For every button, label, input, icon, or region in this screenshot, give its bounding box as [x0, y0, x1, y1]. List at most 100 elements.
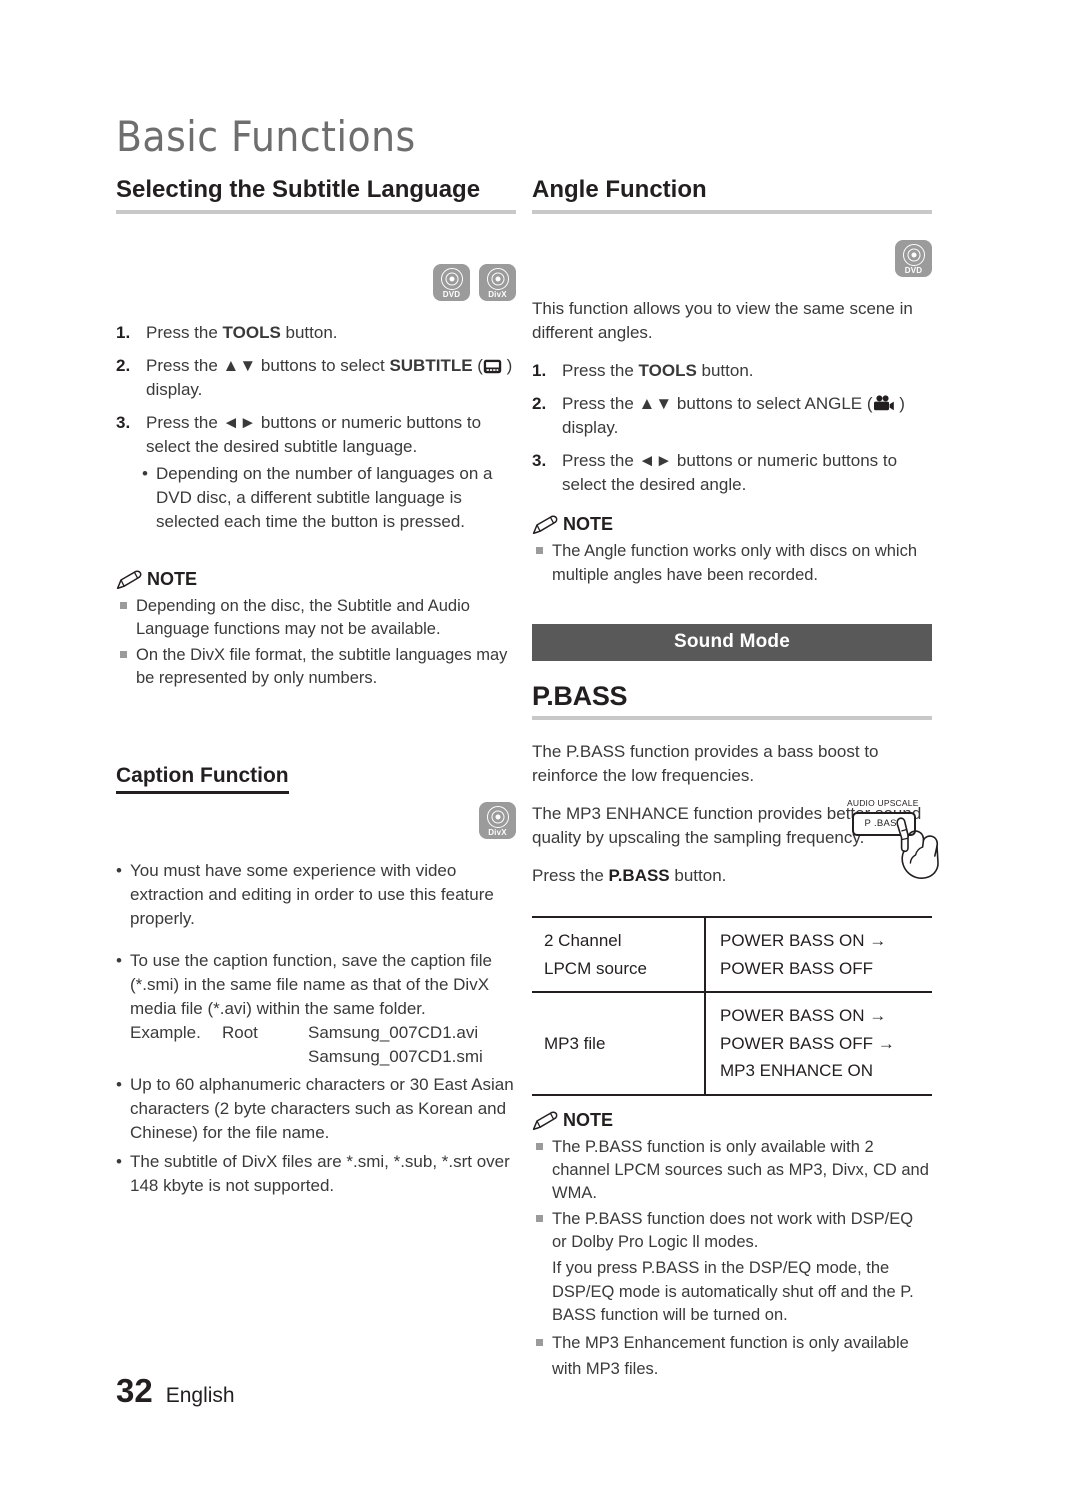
table-cell-modes: POWER BASS ON → POWER BASS OFF → MP3 ENH… — [705, 992, 932, 1096]
step-number: 2. — [532, 393, 547, 413]
note-item: The MP3 Enhancement function is only ava… — [532, 1330, 932, 1383]
list-item-text: Up to 60 alphanumeric characters or 30 E… — [130, 1075, 514, 1143]
media-icon-row: DVD DivX — [116, 263, 516, 301]
step-number: 3. — [116, 412, 131, 432]
note-heading: NOTE — [532, 514, 932, 535]
note-item-text: On the DivX file format, the subtitle la… — [136, 645, 508, 687]
dvd-media-icon: DVD — [895, 239, 932, 277]
step-item: 1. Press the TOOLS button. — [116, 321, 516, 345]
step-text-pre: Press the ▲▼ buttons to select — [146, 355, 390, 375]
press-text-bold: P.BASS — [608, 866, 670, 886]
step-text: Press the ▲▼ buttons to select ANGLE ( )… — [562, 392, 932, 440]
note-item-text: The P.BASS function is only available wi… — [552, 1137, 929, 1203]
step-item: 3. Press the ◄► buttons or numeric butto… — [116, 411, 516, 459]
note-item: Depending on the disc, the Subtitle and … — [116, 595, 516, 641]
angle-steps-list: 1. Press the TOOLS button. 2. Press the … — [532, 359, 932, 498]
note-bullet-icon — [116, 595, 136, 641]
bullet-dot-icon: • — [116, 861, 122, 881]
disc-glyph-icon — [440, 267, 463, 290]
note-item-text: Depending on the disc, the Subtitle and … — [136, 596, 470, 638]
movie-camera-icon-wrap: ( ) — [862, 393, 905, 413]
media-icon-row: DivX — [116, 802, 516, 840]
step-text-pre: Press the — [146, 322, 223, 342]
list-item: • You must have some experience with vid… — [116, 859, 516, 931]
step-item: 3. Press the ◄► buttons or numeric butto… — [532, 449, 932, 497]
section-rule — [532, 715, 932, 720]
bullet-dot-icon: • — [116, 1151, 122, 1171]
example-spacer-1 — [130, 1045, 222, 1069]
note-item-text: The Angle function works only with discs… — [552, 542, 918, 584]
step-text: Press the ▲▼ buttons to select SUBTITLE … — [146, 354, 516, 402]
note-bullet-icon — [532, 540, 552, 586]
step-number: 3. — [532, 451, 547, 471]
step-sub-bullet: • Depending on the number of languages o… — [142, 462, 516, 534]
pbass-paragraph-1: The P.BASS function provides a bass boos… — [532, 741, 879, 785]
note-bullet-icon — [532, 1330, 552, 1383]
section-title-subtitle-language: Selecting the Subtitle Language — [116, 176, 481, 203]
divx-media-icon-label: DivX — [488, 828, 507, 838]
step-number: 1. — [532, 360, 547, 380]
caption-file-instruction: To use the caption function, save the ca… — [130, 950, 492, 1018]
mode-line: POWER BASS OFF — [720, 958, 874, 978]
note-item-text: The P.BASS function does not work with D… — [552, 1210, 914, 1252]
note-list: Depending on the disc, the Subtitle and … — [116, 595, 516, 690]
note-item: The P.BASS function is only available wi… — [532, 1136, 932, 1205]
list-item-text: To use the caption function, save the ca… — [130, 949, 516, 1070]
step-text-post: button. — [696, 360, 754, 380]
note-heading-label: NOTE — [147, 568, 198, 589]
note-heading: NOTE — [116, 569, 516, 590]
step-text-post: button. — [280, 322, 338, 342]
note-item-continuation: If you press P.BASS in the DSP/EQ mode, … — [532, 1257, 932, 1326]
example-label: Example. — [130, 1022, 201, 1042]
list-item-text: You must have some experience with video… — [130, 861, 494, 929]
disc-glyph-icon — [486, 806, 509, 829]
right-column: Angle Function DVD This function allows … — [532, 176, 932, 1386]
table-cell-source: 2 Channel LPCM source — [532, 916, 706, 994]
divx-media-icon: DivX — [479, 263, 516, 301]
subtitle-icon — [483, 359, 502, 373]
note-list: The Angle function works only with discs… — [532, 540, 932, 586]
section-title-caption-function: Caption Function — [116, 763, 289, 795]
press-text-pre: Press the — [532, 866, 609, 886]
manual-page: Basic Functions Selecting the Subtitle L… — [0, 0, 1080, 1486]
subtitle-icon-wrap: ( ) — [472, 355, 513, 375]
mode-line: POWER BASS ON → — [720, 931, 887, 951]
source-line: 2 Channel — [544, 931, 622, 951]
note-heading-label: NOTE — [563, 1109, 614, 1130]
example-spacer-2 — [222, 1045, 308, 1069]
note-bullet-icon — [116, 644, 136, 690]
example-file-smi: Samsung_007CD1.smi — [308, 1047, 483, 1067]
table-row: MP3 file POWER BASS ON → POWER BASS OFF … — [532, 992, 932, 1096]
mode-line: MP3 ENHANCE ON — [720, 1061, 874, 1081]
note-bullet-spacer — [532, 1257, 552, 1326]
bullet-dot-icon: • — [116, 1075, 122, 1095]
divx-media-icon: DivX — [479, 802, 516, 840]
media-icon-row: DVD — [532, 239, 932, 277]
section-rule — [532, 209, 932, 214]
press-text-post: button. — [669, 866, 727, 886]
pbass-button-illustration: AUDIO UPSCALE P .BASS — [835, 798, 945, 893]
sound-mode-banner: Sound Mode — [532, 623, 932, 661]
pencil-icon — [532, 1111, 558, 1130]
mode-line: POWER BASS ON → — [720, 1006, 887, 1026]
step-text-bold: TOOLS — [222, 322, 281, 342]
example-line-smi: Samsung_007CD1.smi — [130, 1045, 516, 1069]
note-item: The P.BASS function does not work with D… — [532, 1208, 932, 1254]
pencil-icon — [532, 515, 558, 535]
page-footer: 32 English — [116, 1372, 235, 1410]
bullet-dot-icon: • — [142, 464, 148, 484]
example-root: Root — [222, 1022, 258, 1042]
pencil-icon — [116, 570, 142, 589]
note-bullet-icon — [532, 1208, 552, 1254]
list-item: • The subtitle of DivX files are *.smi, … — [116, 1150, 516, 1198]
note-item: The Angle function works only with discs… — [532, 540, 932, 586]
list-item: • Up to 60 alphanumeric characters or 30… — [116, 1073, 516, 1145]
note-item: On the DivX file format, the subtitle la… — [116, 644, 516, 690]
divx-media-icon-label: DivX — [488, 289, 507, 299]
step-number: 1. — [116, 322, 131, 342]
page-language: English — [165, 1384, 235, 1407]
dvd-media-icon: DVD — [433, 263, 470, 301]
step-text: Press the ◄► buttons or numeric buttons … — [146, 412, 482, 457]
step-text-bold: TOOLS — [638, 360, 697, 380]
source-line: MP3 file — [544, 1033, 606, 1053]
